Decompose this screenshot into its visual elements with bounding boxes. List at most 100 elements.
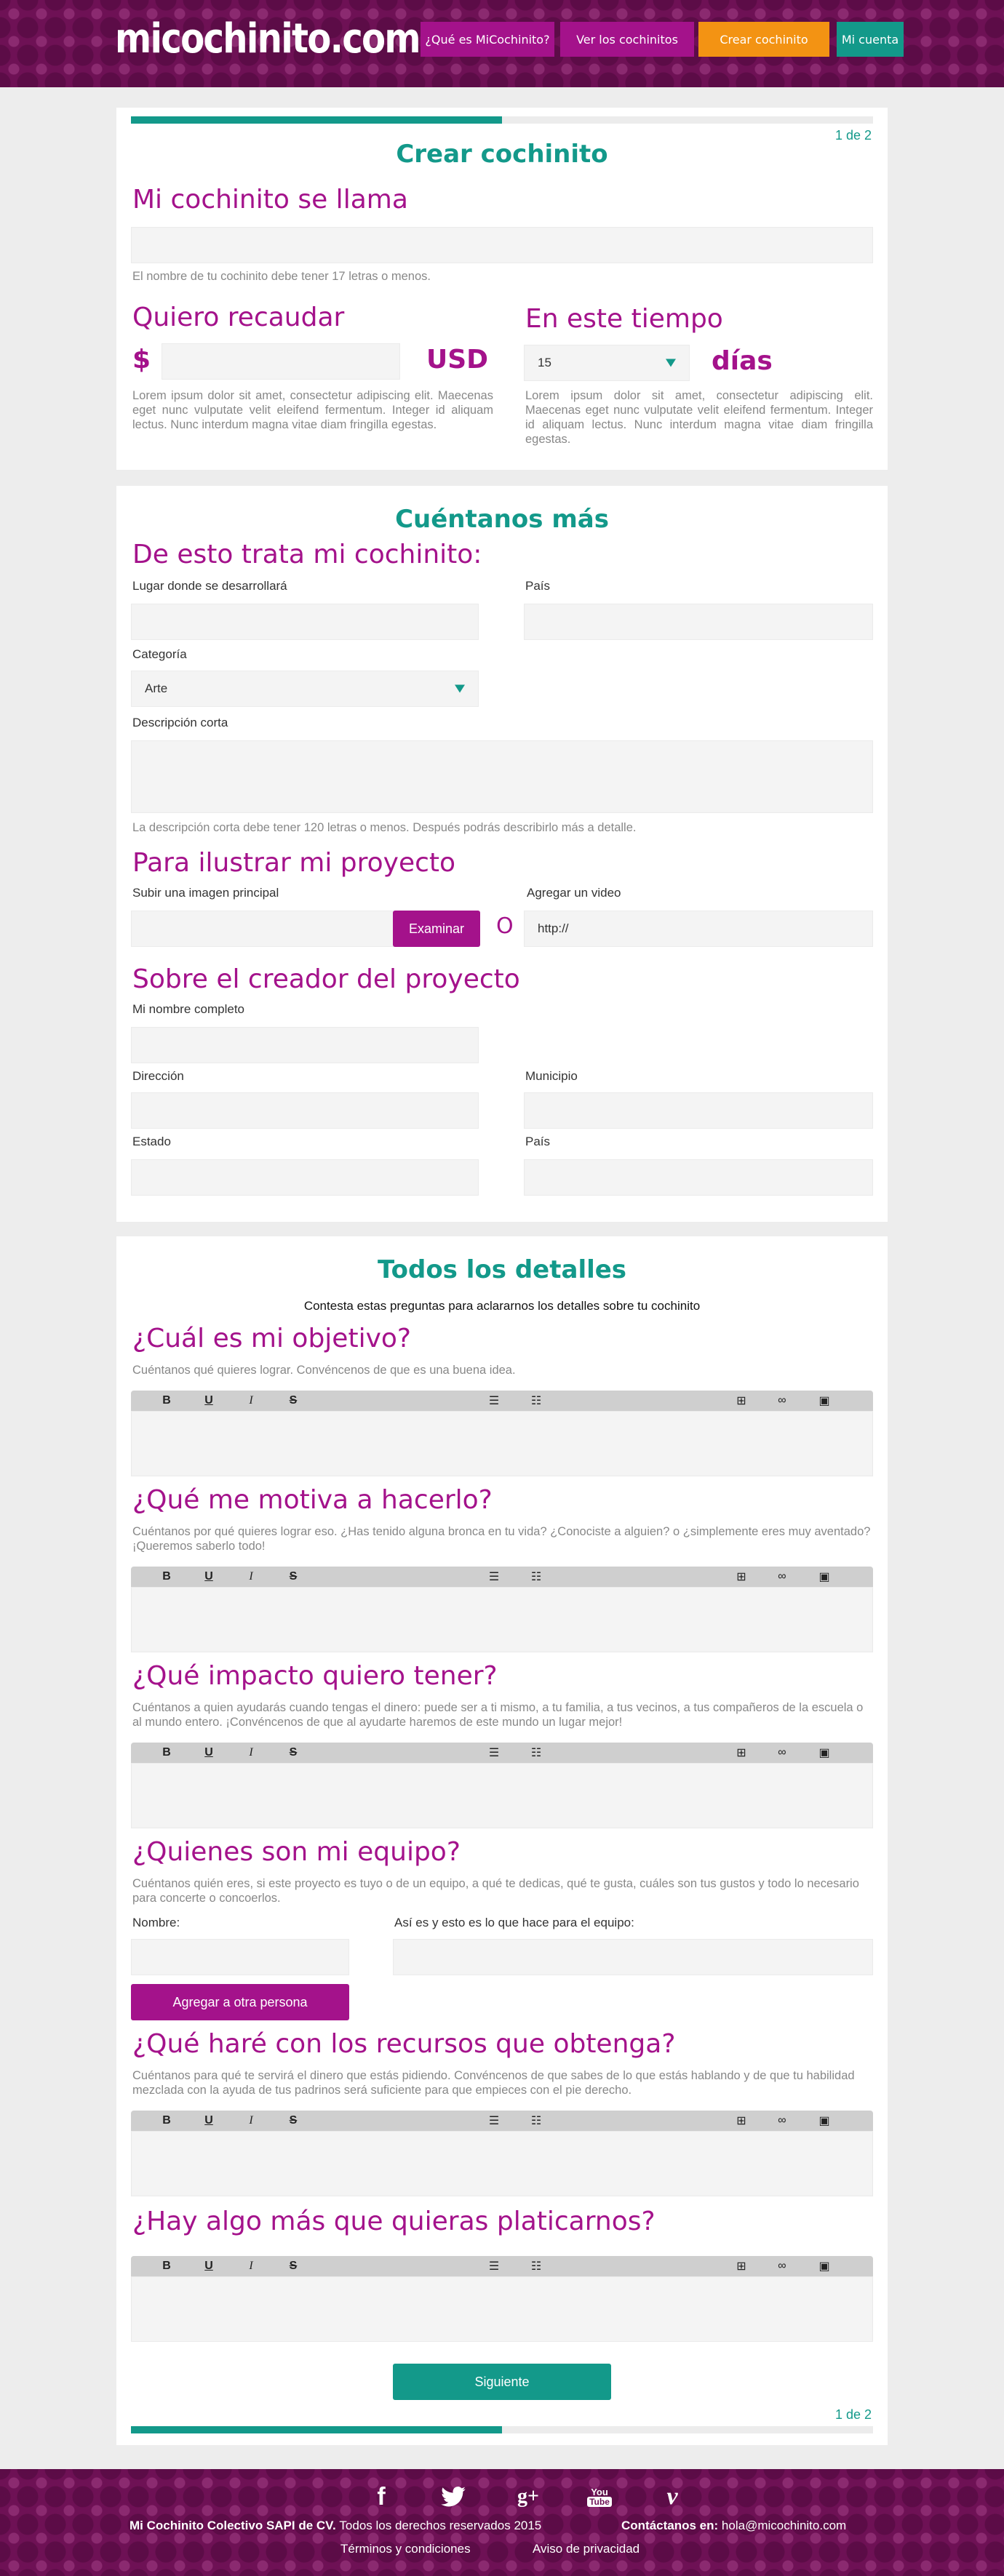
table-icon[interactable]: ⊞ (733, 1745, 749, 1761)
nav-ver-cochinitos[interactable]: Ver los cochinitos (560, 22, 694, 57)
link-icon[interactable]: ∞ (774, 1393, 790, 1409)
strikethrough-icon[interactable]: S (285, 2258, 301, 2274)
bold-icon[interactable]: B (159, 2258, 175, 2274)
about-heading: De esto trata mi cochinito: (132, 540, 482, 569)
numbered-list-icon[interactable]: ☷ (528, 2113, 544, 2129)
short-description-textarea[interactable] (131, 740, 873, 813)
google-plus-icon[interactable]: g+ (514, 2482, 543, 2511)
q2-help: Cuéntanos por qué quieres lograr eso. ¿H… (132, 1525, 871, 1553)
step3-card: Todos los detalles Contesta estas pregun… (116, 1236, 888, 2445)
link-icon[interactable]: ∞ (774, 1745, 790, 1761)
table-icon[interactable]: ⊞ (733, 1393, 749, 1409)
amount-input[interactable] (162, 343, 400, 380)
progress-label-bottom: 1 de 2 (834, 2407, 872, 2422)
italic-icon[interactable]: I (243, 1569, 259, 1585)
fullname-input[interactable] (131, 1027, 479, 1063)
italic-icon[interactable]: I (243, 2113, 259, 2129)
bold-icon[interactable]: B (159, 1569, 175, 1585)
category-select[interactable]: Arte (131, 671, 479, 707)
numbered-list-icon[interactable]: ☷ (528, 2258, 544, 2274)
strikethrough-icon[interactable]: S (285, 1393, 301, 1409)
link-icon[interactable]: ∞ (774, 2113, 790, 2129)
table-icon[interactable]: ⊞ (733, 1569, 749, 1585)
privacy-link[interactable]: Aviso de privacidad (533, 2542, 640, 2556)
rights-text: Todos los derechos reservados 2015 (339, 2519, 542, 2532)
time-heading: En este tiempo (525, 304, 723, 334)
bold-icon[interactable]: B (159, 2113, 175, 2129)
image-path-input[interactable] (131, 911, 394, 947)
q5-help: Cuéntanos para qué te servirá el dinero … (132, 2069, 855, 2097)
underline-icon[interactable]: U (201, 1393, 217, 1409)
q1-editor[interactable] (131, 1411, 873, 1476)
q5-editor[interactable] (131, 2131, 873, 2196)
q4-help: Cuéntanos quién eres, si este proyecto e… (132, 1877, 859, 1905)
team-role-input[interactable] (393, 1939, 873, 1975)
nav-mi-cuenta[interactable]: Mi cuenta (837, 22, 904, 57)
video-url-input[interactable]: http:// (524, 911, 873, 947)
image-icon[interactable]: ▣ (816, 1569, 832, 1585)
image-icon[interactable]: ▣ (816, 1745, 832, 1761)
team-name-input[interactable] (131, 1939, 349, 1975)
table-icon[interactable]: ⊞ (733, 2113, 749, 2129)
site-header: micochinito.com ¿Qué es MiCochinito? Ver… (0, 0, 1004, 87)
bullet-list-icon[interactable]: ☰ (486, 1393, 502, 1409)
company-name: Mi Cochinito Colectivo SAPI de CV. (130, 2519, 336, 2532)
underline-icon[interactable]: U (201, 1569, 217, 1585)
strikethrough-icon[interactable]: S (285, 2113, 301, 2129)
twitter-icon[interactable] (439, 2482, 468, 2511)
image-icon[interactable]: ▣ (816, 2113, 832, 2129)
bullet-list-icon[interactable]: ☰ (486, 2113, 502, 2129)
youtube-icon[interactable]: You Tube (585, 2482, 614, 2511)
browse-button[interactable]: Examinar (393, 911, 480, 947)
days-select[interactable]: 15 (524, 345, 690, 381)
italic-icon[interactable]: I (243, 2258, 259, 2274)
bullet-list-icon[interactable]: ☰ (486, 1569, 502, 1585)
image-icon[interactable]: ▣ (816, 2258, 832, 2274)
vimeo-icon[interactable]: v (658, 2482, 687, 2511)
or-separator: O (496, 913, 514, 939)
next-button[interactable]: Siguiente (393, 2364, 611, 2400)
q3-toolbar: B U I S ☰ ☷ ⊞ ∞ ▣ (131, 1743, 873, 1763)
country2-input[interactable] (524, 1159, 873, 1196)
q2-editor[interactable] (131, 1587, 873, 1652)
table-icon[interactable]: ⊞ (733, 2258, 749, 2274)
underline-icon[interactable]: U (201, 2258, 217, 2274)
nav-que-es[interactable]: ¿Qué es MiCochinito? (421, 22, 554, 57)
italic-icon[interactable]: I (243, 1393, 259, 1409)
numbered-list-icon[interactable]: ☷ (528, 1569, 544, 1585)
facebook-icon[interactable]: f (367, 2482, 396, 2511)
q3-editor[interactable] (131, 1763, 873, 1828)
terms-link[interactable]: Términos y condiciones (340, 2542, 471, 2556)
italic-icon[interactable]: I (243, 1745, 259, 1761)
country-input[interactable] (524, 604, 873, 640)
link-icon[interactable]: ∞ (774, 2258, 790, 2274)
numbered-list-icon[interactable]: ☷ (528, 1745, 544, 1761)
numbered-list-icon[interactable]: ☷ (528, 1393, 544, 1409)
bullet-list-icon[interactable]: ☰ (486, 2258, 502, 2274)
underline-icon[interactable]: U (201, 2113, 217, 2129)
q5-heading: ¿Qué haré con los recursos que obtenga? (132, 2029, 676, 2059)
q6-editor[interactable] (131, 2276, 873, 2342)
amount-heading: Quiero recaudar (132, 303, 345, 332)
address-input[interactable] (131, 1092, 479, 1129)
site-logo[interactable]: micochinito.com (115, 12, 421, 67)
progress-bar-bottom (131, 2426, 873, 2433)
contact-email[interactable]: hola@micochinito.com (722, 2519, 846, 2532)
add-person-button[interactable]: Agregar a otra persona (131, 1984, 349, 2020)
project-name-input[interactable] (131, 227, 873, 263)
image-icon[interactable]: ▣ (816, 1393, 832, 1409)
link-icon[interactable]: ∞ (774, 1569, 790, 1585)
state-input[interactable] (131, 1159, 479, 1196)
municipality-input[interactable] (524, 1092, 873, 1129)
country-label: País (525, 579, 551, 593)
strikethrough-icon[interactable]: S (285, 1569, 301, 1585)
bold-icon[interactable]: B (159, 1745, 175, 1761)
progress-bar (131, 116, 873, 124)
currency-symbol: $ (132, 345, 151, 375)
nav-crear-cochinito[interactable]: Crear cochinito (698, 22, 829, 57)
bold-icon[interactable]: B (159, 1393, 175, 1409)
strikethrough-icon[interactable]: S (285, 1745, 301, 1761)
place-input[interactable] (131, 604, 479, 640)
underline-icon[interactable]: U (201, 1745, 217, 1761)
bullet-list-icon[interactable]: ☰ (486, 1745, 502, 1761)
